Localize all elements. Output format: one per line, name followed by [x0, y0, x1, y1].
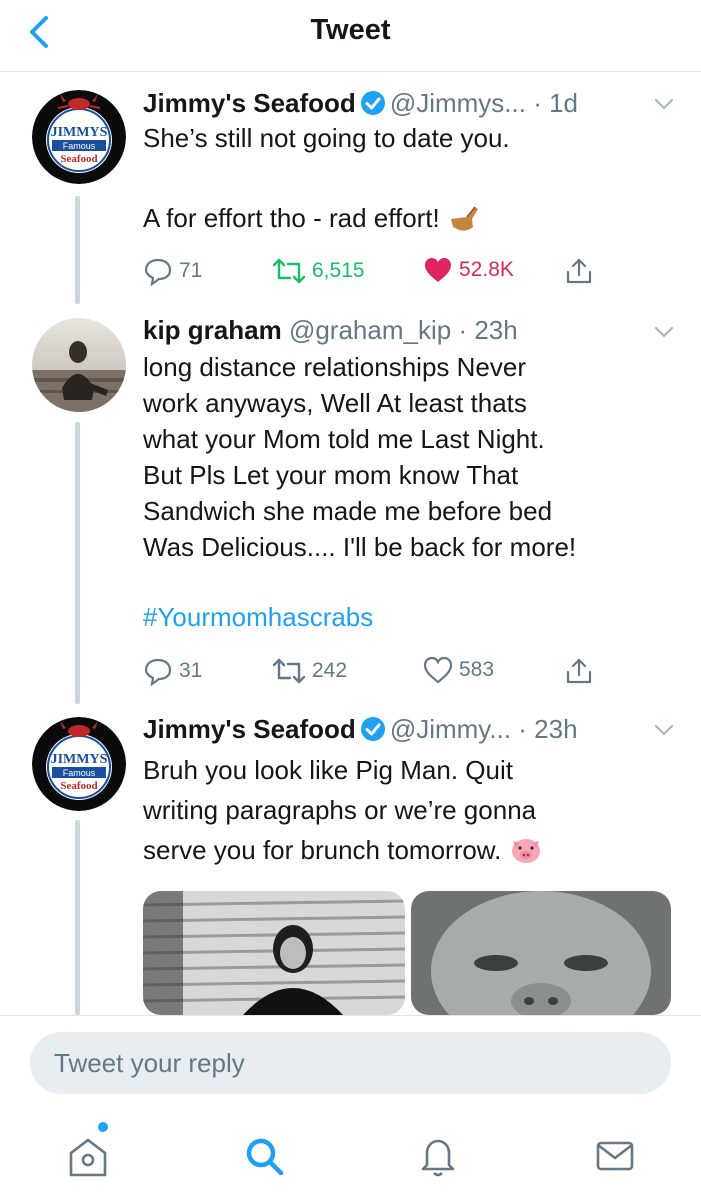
display-name[interactable]: Jimmy's Seafood	[143, 714, 356, 744]
like-count: 52.8K	[459, 258, 514, 281]
reply-icon	[144, 658, 172, 686]
divider	[0, 1015, 701, 1016]
logo-text: Famous	[63, 768, 96, 778]
logo-text: Famous	[63, 141, 96, 151]
photo-image	[411, 891, 671, 1015]
tab-bar	[0, 1110, 701, 1200]
tweet-line: long distance relationships Never	[143, 352, 526, 382]
timestamp: · 23h	[518, 714, 578, 744]
tweet-line: what your Mom told me Last Night.	[143, 424, 545, 454]
page-title: Tweet	[310, 14, 391, 46]
tweet-actions: 71 6,515 52.8K	[143, 256, 613, 290]
tweet-line: Sandwich she made me before bed	[143, 496, 553, 526]
tweet-text: Bruh you look like Pig Man. Quit writing…	[143, 750, 683, 870]
retweet-icon	[272, 658, 306, 684]
hashtag-link[interactable]: #Yourmomhascrabs	[143, 599, 683, 635]
reply-button[interactable]: 71	[143, 256, 202, 286]
tweet-line: writing paragraphs or we’re gonna	[143, 795, 537, 825]
jimmys-logo-icon: JIMMYS Famous Seafood	[32, 717, 126, 811]
pig-face-emoji	[511, 839, 540, 863]
handle[interactable]: @Jimmy...	[390, 714, 511, 744]
display-name[interactable]: Jimmy's Seafood	[143, 88, 356, 118]
tweet-text: long distance relationships Never work a…	[143, 349, 683, 635]
tweet-text: She’s still not going to date you. A for…	[143, 120, 683, 236]
tweet-image[interactable]	[411, 891, 671, 1015]
reply-count: 31	[179, 659, 203, 682]
share-icon	[566, 658, 592, 684]
avatar[interactable]: JIMMYS Famous Seafood	[32, 90, 126, 184]
display-name[interactable]: kip graham	[143, 315, 282, 345]
like-button[interactable]: 583	[423, 656, 494, 684]
thread-line	[75, 196, 80, 304]
heart-icon	[425, 258, 451, 282]
user-photo-icon	[32, 318, 126, 412]
share-button[interactable]	[564, 256, 600, 286]
tab-messages[interactable]	[587, 1128, 643, 1184]
handle[interactable]: @graham_kip	[289, 315, 451, 345]
tweet-image[interactable]	[143, 891, 405, 1015]
photo-image	[143, 891, 405, 1015]
reply-box[interactable]	[30, 1032, 671, 1094]
like-count: 583	[459, 658, 495, 681]
avatar[interactable]	[32, 318, 126, 412]
home-icon	[69, 1138, 107, 1177]
heart-icon	[423, 656, 453, 684]
reply-button[interactable]: 31	[143, 656, 202, 686]
retweet-count: 6,515	[312, 259, 365, 282]
tweet-line: serve you for brunch tomorrow.	[143, 835, 502, 865]
retweet-count: 242	[312, 659, 348, 682]
tab-search[interactable]	[236, 1128, 292, 1184]
logo-text: JIMMYS	[51, 125, 108, 140]
thread-line	[75, 422, 80, 704]
logo-text: Seafood	[60, 780, 97, 792]
tweet-header: kip graham @graham_kip · 23h	[143, 315, 518, 346]
retweet-icon	[272, 258, 306, 284]
tweet-line: But Pls Let your mom know That	[143, 460, 519, 490]
tab-home[interactable]	[60, 1122, 116, 1184]
timestamp: · 23h	[458, 315, 518, 345]
logo-text: JIMMYS	[51, 752, 108, 767]
tweet-line: work anyways, Well At least thats	[143, 388, 527, 418]
tweet-header: Jimmy's Seafood @Jimmy... · 23h	[143, 714, 578, 745]
jimmys-logo-icon: JIMMYS Famous Seafood	[32, 90, 126, 184]
handle[interactable]: @Jimmys...	[390, 88, 526, 118]
retweet-button[interactable]: 242	[272, 656, 347, 686]
reply-count: 71	[179, 259, 203, 282]
tab-notifications[interactable]	[410, 1128, 466, 1184]
share-button[interactable]	[564, 656, 600, 686]
notifications-icon	[421, 1139, 455, 1177]
verified-badge-icon	[360, 91, 385, 115]
notification-dot	[98, 1122, 108, 1132]
verified-badge-icon	[360, 717, 385, 741]
tweet-line: She’s still not going to date you.	[143, 123, 510, 153]
retweet-button[interactable]: 6,515	[272, 256, 365, 286]
chevron-down-icon[interactable]	[652, 722, 676, 738]
thread-line	[75, 820, 80, 1015]
timestamp: · 1d	[533, 88, 579, 118]
top-bar: Tweet	[0, 0, 701, 72]
reply-input[interactable]	[30, 1032, 671, 1094]
pointing-hand-emoji	[451, 206, 478, 231]
like-button[interactable]: 52.8K	[423, 256, 514, 284]
share-icon	[566, 258, 592, 284]
tweet-line: Was Delicious.... I'll be back for more!	[143, 532, 577, 562]
tweet-actions: 31 242 583	[143, 656, 613, 690]
chevron-down-icon[interactable]	[652, 324, 676, 340]
chevron-down-icon[interactable]	[652, 96, 676, 112]
tweet-header: Jimmy's Seafood @Jimmys... · 1d	[143, 88, 578, 119]
tweet-line: Bruh you look like Pig Man. Quit	[143, 755, 513, 785]
tweet-line: A for effort tho - rad effort!	[143, 203, 440, 233]
search-icon	[246, 1138, 284, 1176]
avatar[interactable]: JIMMYS Famous Seafood	[32, 717, 126, 811]
logo-text: Seafood	[60, 153, 97, 165]
reply-icon	[144, 258, 172, 286]
messages-icon	[596, 1141, 634, 1171]
